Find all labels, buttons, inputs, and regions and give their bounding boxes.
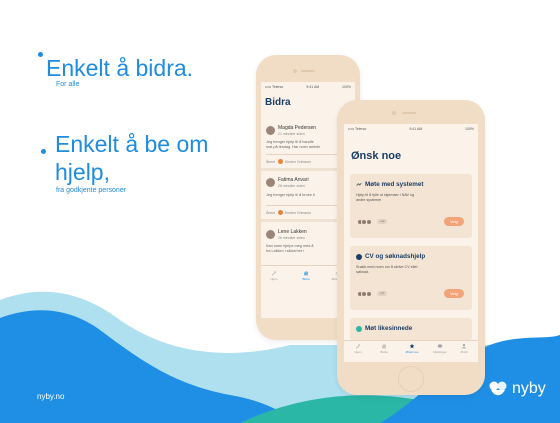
hand-icon — [304, 271, 308, 276]
post-time: 21 minutter siden — [278, 132, 305, 136]
post-body-line2: fra Lakken i sikkerhet i — [266, 249, 304, 253]
bullet-2-title-line1: Enkelt å be om — [55, 131, 209, 157]
service-card[interactable]: CV og søknadshjelp Snakk med noen om å s… — [350, 246, 472, 310]
card-title: CV og søknadshjelp — [365, 253, 426, 260]
bullet-1-subtitle: For alle — [56, 81, 80, 88]
tab-hjem[interactable]: Hjem — [264, 270, 284, 281]
tab-label: Ønsk noe — [405, 350, 419, 354]
tab-label: Bidra — [380, 350, 388, 354]
post-body-line1: Jeg trenger hjelp til å bruke ti — [266, 193, 315, 197]
post-time: 26 minutter siden — [278, 236, 305, 240]
post-status: Åbent — [266, 211, 276, 215]
tab-onsk-noe[interactable]: Ønsk noe — [400, 343, 424, 354]
helper-avatar — [278, 210, 283, 215]
home-icon — [271, 270, 277, 276]
card-body-line2: andre systemer — [356, 198, 382, 202]
card-title: Møt likesinnede — [365, 325, 413, 332]
tab-bidra[interactable]: Bidra — [296, 270, 316, 281]
avatar — [266, 126, 275, 135]
helper-name: Kirsten Grimsom — [285, 211, 312, 215]
count-badge: +12 — [377, 219, 387, 224]
star-icon — [409, 343, 415, 349]
home-icon — [355, 343, 361, 349]
camera — [392, 111, 396, 115]
phone-front: ••••• Telenor 9:41 AM 100% Ønsk noe Møte… — [337, 100, 485, 395]
bullet-dot-2 — [41, 149, 46, 154]
status-battery: 100% — [342, 85, 351, 89]
status-time: 9:41 AM — [409, 127, 423, 131]
tab-label: Profil — [460, 350, 468, 354]
tab-hjem[interactable]: Hjem — [348, 343, 368, 354]
service-card[interactable]: Møt likesinnede — [350, 318, 472, 340]
card-body-line2: søknad. — [356, 270, 370, 274]
status-time: 9:41 AM — [306, 85, 320, 89]
bullet-2-subtitle: fra godkjente personer — [56, 187, 127, 194]
profile-icon — [461, 343, 467, 349]
slide: Enkelt å bidra. For alle Enkelt å be om … — [0, 0, 560, 423]
footer-url: nyby.no — [37, 392, 65, 401]
nyby-logo-icon — [489, 381, 507, 396]
helper-name: Kirsten Grimsom — [285, 160, 312, 164]
people-icon — [356, 326, 362, 332]
brand-logo: nyby — [488, 380, 546, 398]
avatar-group — [356, 291, 372, 297]
phone-front-screen: ••••• Telenor 9:41 AM 100% Ønsk noe Møte… — [344, 124, 478, 362]
bullet-1-title: Enkelt å bidra. — [46, 55, 194, 81]
status-carrier: ••••• Telenor — [348, 127, 367, 131]
bullet-dot-1 — [38, 52, 43, 57]
post-body-line2: mat på tirsdag. Har noen anledn — [266, 145, 321, 149]
status-bar: ••••• Telenor 9:41 AM 100% — [348, 127, 474, 133]
hand-icon — [382, 344, 386, 349]
tab-label: Bidra — [302, 277, 310, 281]
speaker — [402, 112, 416, 114]
count-badge: +37 — [377, 291, 387, 296]
status-carrier: ••••• Telenor — [265, 85, 284, 89]
avatar-group — [356, 219, 372, 225]
post-status: Åbent — [266, 160, 276, 164]
tab-profil[interactable]: Profil — [454, 343, 474, 354]
service-card[interactable]: Møte med systemet Hjelp til å fylle ut s… — [350, 174, 472, 238]
velg-button[interactable]: Velg — [444, 217, 464, 226]
post-time: 28 minutter siden — [278, 184, 305, 188]
cv-icon — [356, 254, 362, 260]
tab-meldinger[interactable]: Meldinger — [428, 343, 452, 354]
speaker — [301, 70, 315, 72]
tab-label: Hjem — [270, 277, 278, 281]
card-title: Møte med systemet — [365, 181, 424, 188]
bullet-2-title-line2: hjelp, — [55, 159, 110, 185]
camera — [293, 69, 297, 73]
chat-icon — [437, 344, 443, 348]
post-author: Fatima Anvari — [278, 177, 309, 183]
handshake-icon — [356, 182, 362, 186]
brand-name: nyby — [512, 380, 546, 397]
velg-button[interactable]: Velg — [444, 289, 464, 298]
post-author: Magda Pedersen — [278, 125, 317, 131]
tab-label: Hjem — [354, 350, 362, 354]
helper-avatar — [278, 159, 283, 164]
avatar — [266, 178, 275, 187]
screen-title: Ønsk noe — [351, 150, 402, 162]
post-author: Lene Lakken — [278, 229, 307, 235]
tab-bidra[interactable]: Bidra — [374, 343, 394, 354]
status-battery: 100% — [465, 127, 474, 131]
avatar — [266, 230, 275, 239]
tabbar-divider — [344, 340, 478, 341]
home-button — [398, 366, 424, 392]
screen-title: Bidra — [265, 97, 291, 108]
tab-label: Meldinger — [433, 350, 447, 354]
status-bar: ••••• Telenor 9:41 AM 100% — [265, 85, 351, 91]
